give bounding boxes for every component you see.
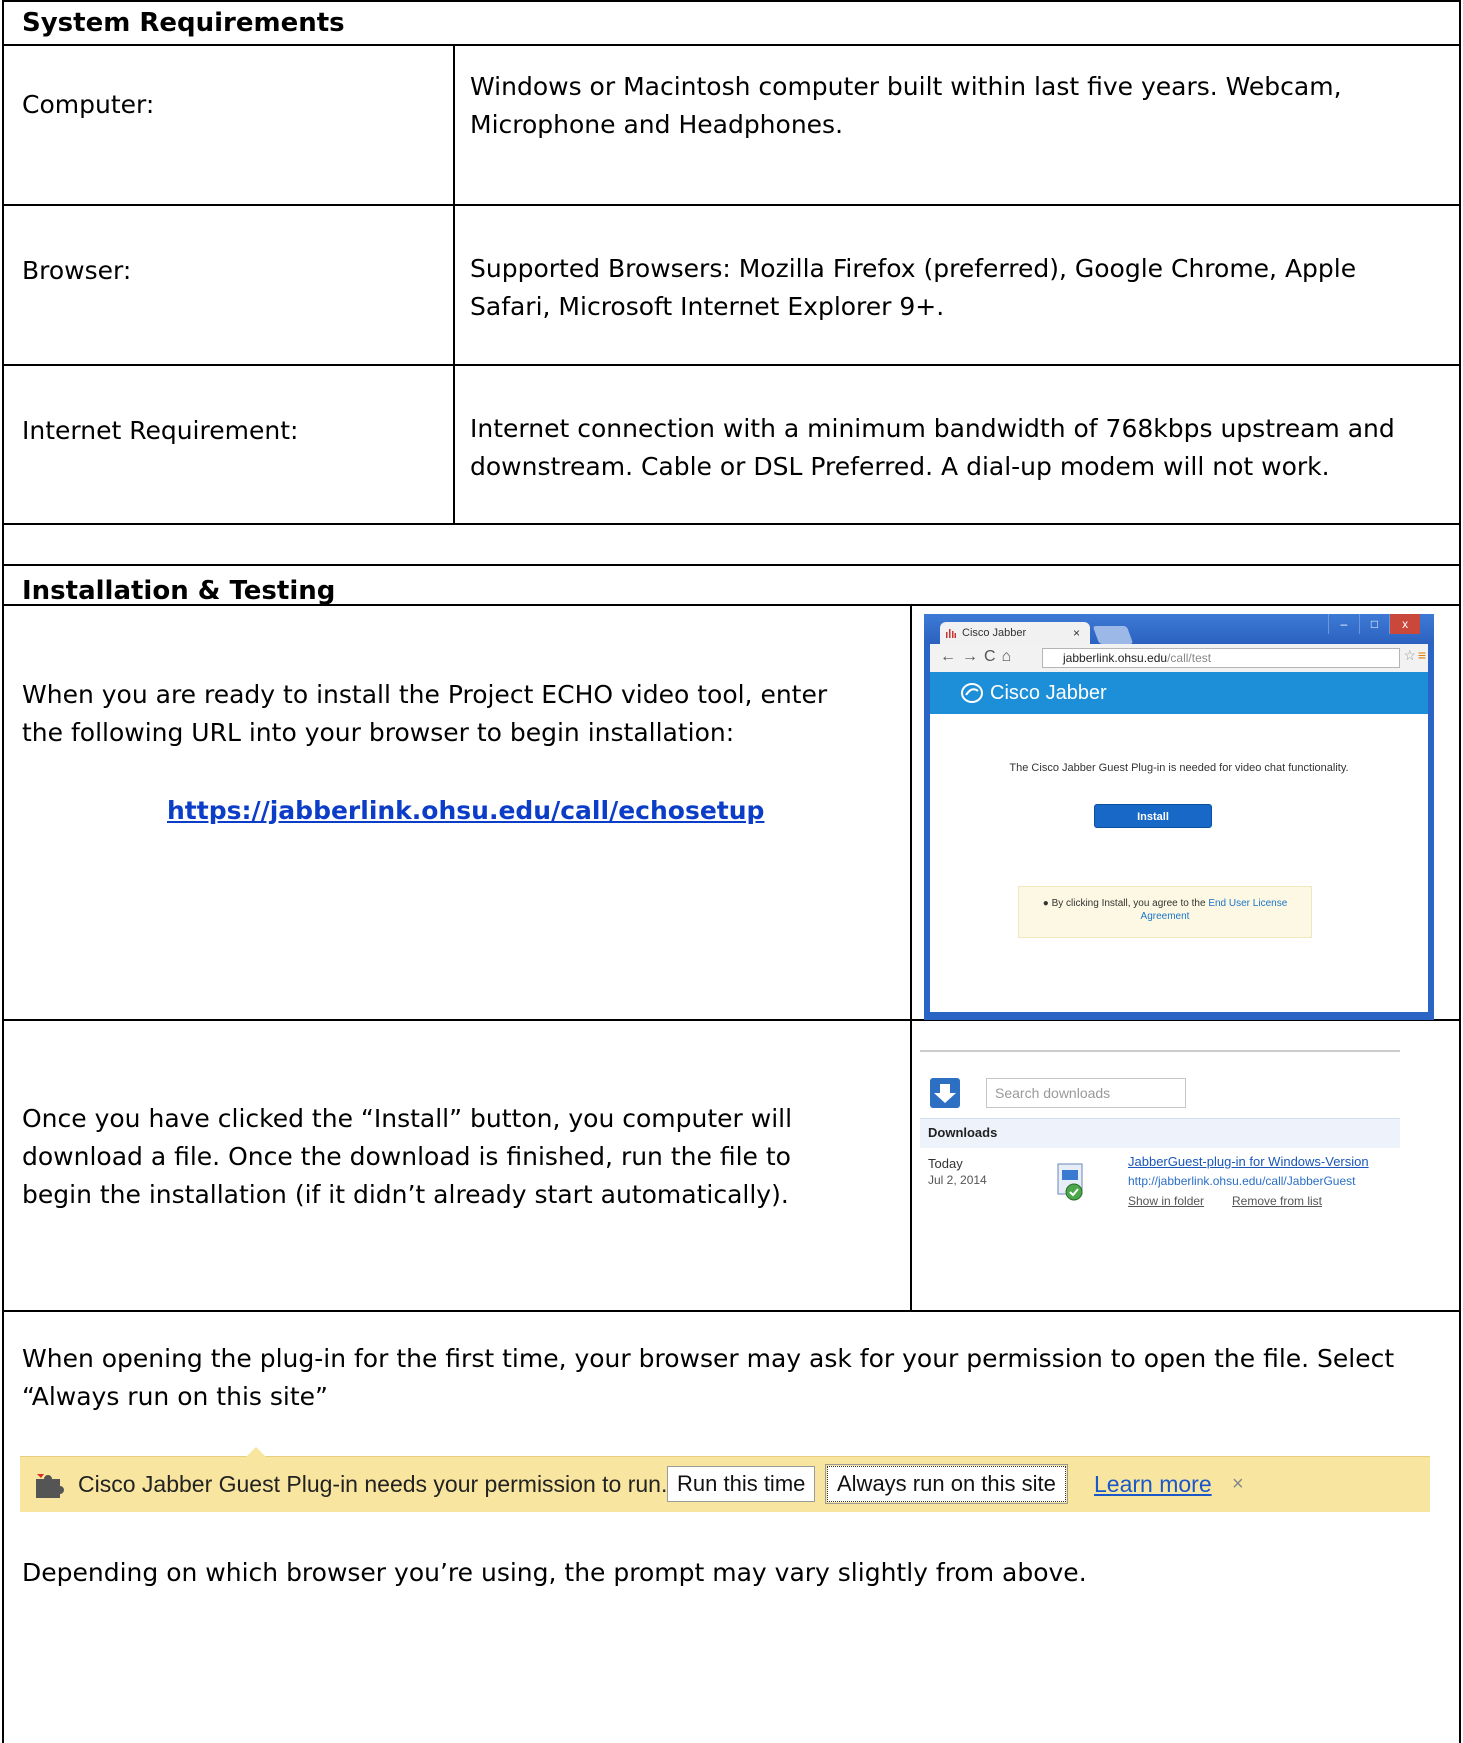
column-divider (910, 604, 912, 1311)
run-this-time-button: Run this time (667, 1466, 816, 1502)
tab-close-icon: × (1072, 626, 1080, 640)
step1-instructions: When you are ready to install the Projec… (22, 680, 828, 747)
column-divider (453, 44, 455, 524)
jabber-brand: Cisco Jabber (990, 682, 1107, 704)
downloads-title: Downloads (920, 1118, 1400, 1148)
step3-footer: Depending on which browser you’re using,… (22, 1558, 1087, 1587)
maximize-icon: □ (1358, 614, 1390, 634)
search-downloads-input: Search downloads (986, 1078, 1186, 1108)
always-run-button: Always run on this site (825, 1464, 1068, 1504)
jabber-logo-icon (961, 683, 983, 703)
address-bar: jabberlink.ohsu.edu/call/test (1042, 648, 1400, 668)
download-file-url: http://jabberlink.ohsu.edu/call/JabberGu… (1128, 1174, 1356, 1188)
row-divider (2, 364, 1461, 366)
menu-icon: ≡ (1417, 647, 1426, 663)
table-border-left (2, 0, 4, 1743)
section-heading-installation: Installation & Testing (22, 576, 336, 606)
info-icon: ● (1042, 898, 1049, 909)
browser-tab: Cisco Jabber × (940, 622, 1090, 644)
requirement-value-internet: Internet connection with a minimum bandw… (470, 414, 1395, 481)
bar-pointer (246, 1447, 266, 1457)
requirement-label-computer: Computer: (22, 90, 155, 119)
divider (920, 1050, 1400, 1052)
bookmark-star-icon: ☆ (1403, 647, 1416, 663)
requirement-label-internet: Internet Requirement: (22, 416, 299, 445)
row-divider (2, 523, 1461, 525)
download-file-name: JabberGuest-plug-in for Windows-Version (1128, 1154, 1369, 1169)
new-tab-button (1092, 626, 1134, 644)
row-divider (2, 564, 1461, 566)
echo-setup-link[interactable]: https://jabberlink.ohsu.edu/call/echoset… (167, 796, 764, 825)
row-divider (2, 204, 1461, 206)
browser-tabstrip: Cisco Jabber × – □ x (924, 614, 1434, 644)
window-close-icon: x (1389, 614, 1421, 634)
install-button: Install (1094, 804, 1212, 828)
downloads-screenshot: Search downloads Downloads Today Jul 2, … (920, 1050, 1400, 1250)
document-page: System Requirements Computer: Windows or… (0, 0, 1463, 1743)
browser-toolbar: ←→C⌂ jabberlink.ohsu.edu/call/test ☆ ≡ (930, 644, 1428, 672)
table-border-right (1459, 0, 1461, 1743)
minimize-icon: – (1328, 614, 1359, 634)
requirement-label-browser: Browser: (22, 256, 132, 285)
show-in-folder-link: Show in folder (1128, 1194, 1205, 1208)
section-heading-system-requirements: System Requirements (22, 8, 345, 38)
eula-link-continued: Agreement (1140, 911, 1190, 922)
installer-file-icon (1057, 1163, 1083, 1201)
puzzle-piece-icon (36, 1474, 64, 1498)
table-border-top (2, 0, 1461, 2)
plugin-needed-message: The Cisco Jabber Guest Plug-in is needed… (1009, 762, 1349, 774)
jabber-content: The Cisco Jabber Guest Plug-in is needed… (930, 714, 1428, 1012)
jabber-install-screenshot: Cisco Jabber × – □ x ←→C⌂ jabberlink.ohs… (924, 614, 1434, 1020)
close-icon: × (1232, 1473, 1244, 1495)
window-controls: – □ x (1328, 614, 1421, 634)
row-divider (2, 1310, 1461, 1312)
download-date: Jul 2, 2014 (928, 1173, 987, 1187)
remove-from-list-link: Remove from list (1232, 1194, 1323, 1208)
cisco-tab-icon (946, 629, 956, 638)
permission-message: Cisco Jabber Guest Plug-in needs your pe… (78, 1471, 668, 1497)
step3-instructions: When opening the plug-in for the first t… (22, 1344, 1395, 1411)
jabber-header: Cisco Jabber (930, 672, 1428, 714)
row-divider (2, 44, 1461, 46)
navigation-icons: ←→C⌂ (940, 648, 1018, 665)
eula-link: End User License (1208, 898, 1288, 909)
step2-instructions: Once you have clicked the “Install” butt… (22, 1104, 793, 1209)
license-notice: ● By clicking Install, you agree to the … (1018, 886, 1312, 938)
download-arrow-icon (930, 1078, 960, 1108)
requirement-value-browser: Supported Browsers: Mozilla Firefox (pre… (470, 254, 1357, 321)
requirement-value-computer: Windows or Macintosh computer built with… (470, 72, 1342, 139)
download-day: Today (928, 1156, 963, 1171)
learn-more-link: Learn more (1094, 1471, 1212, 1497)
plugin-permission-bar: Cisco Jabber Guest Plug-in needs your pe… (20, 1447, 1430, 1512)
